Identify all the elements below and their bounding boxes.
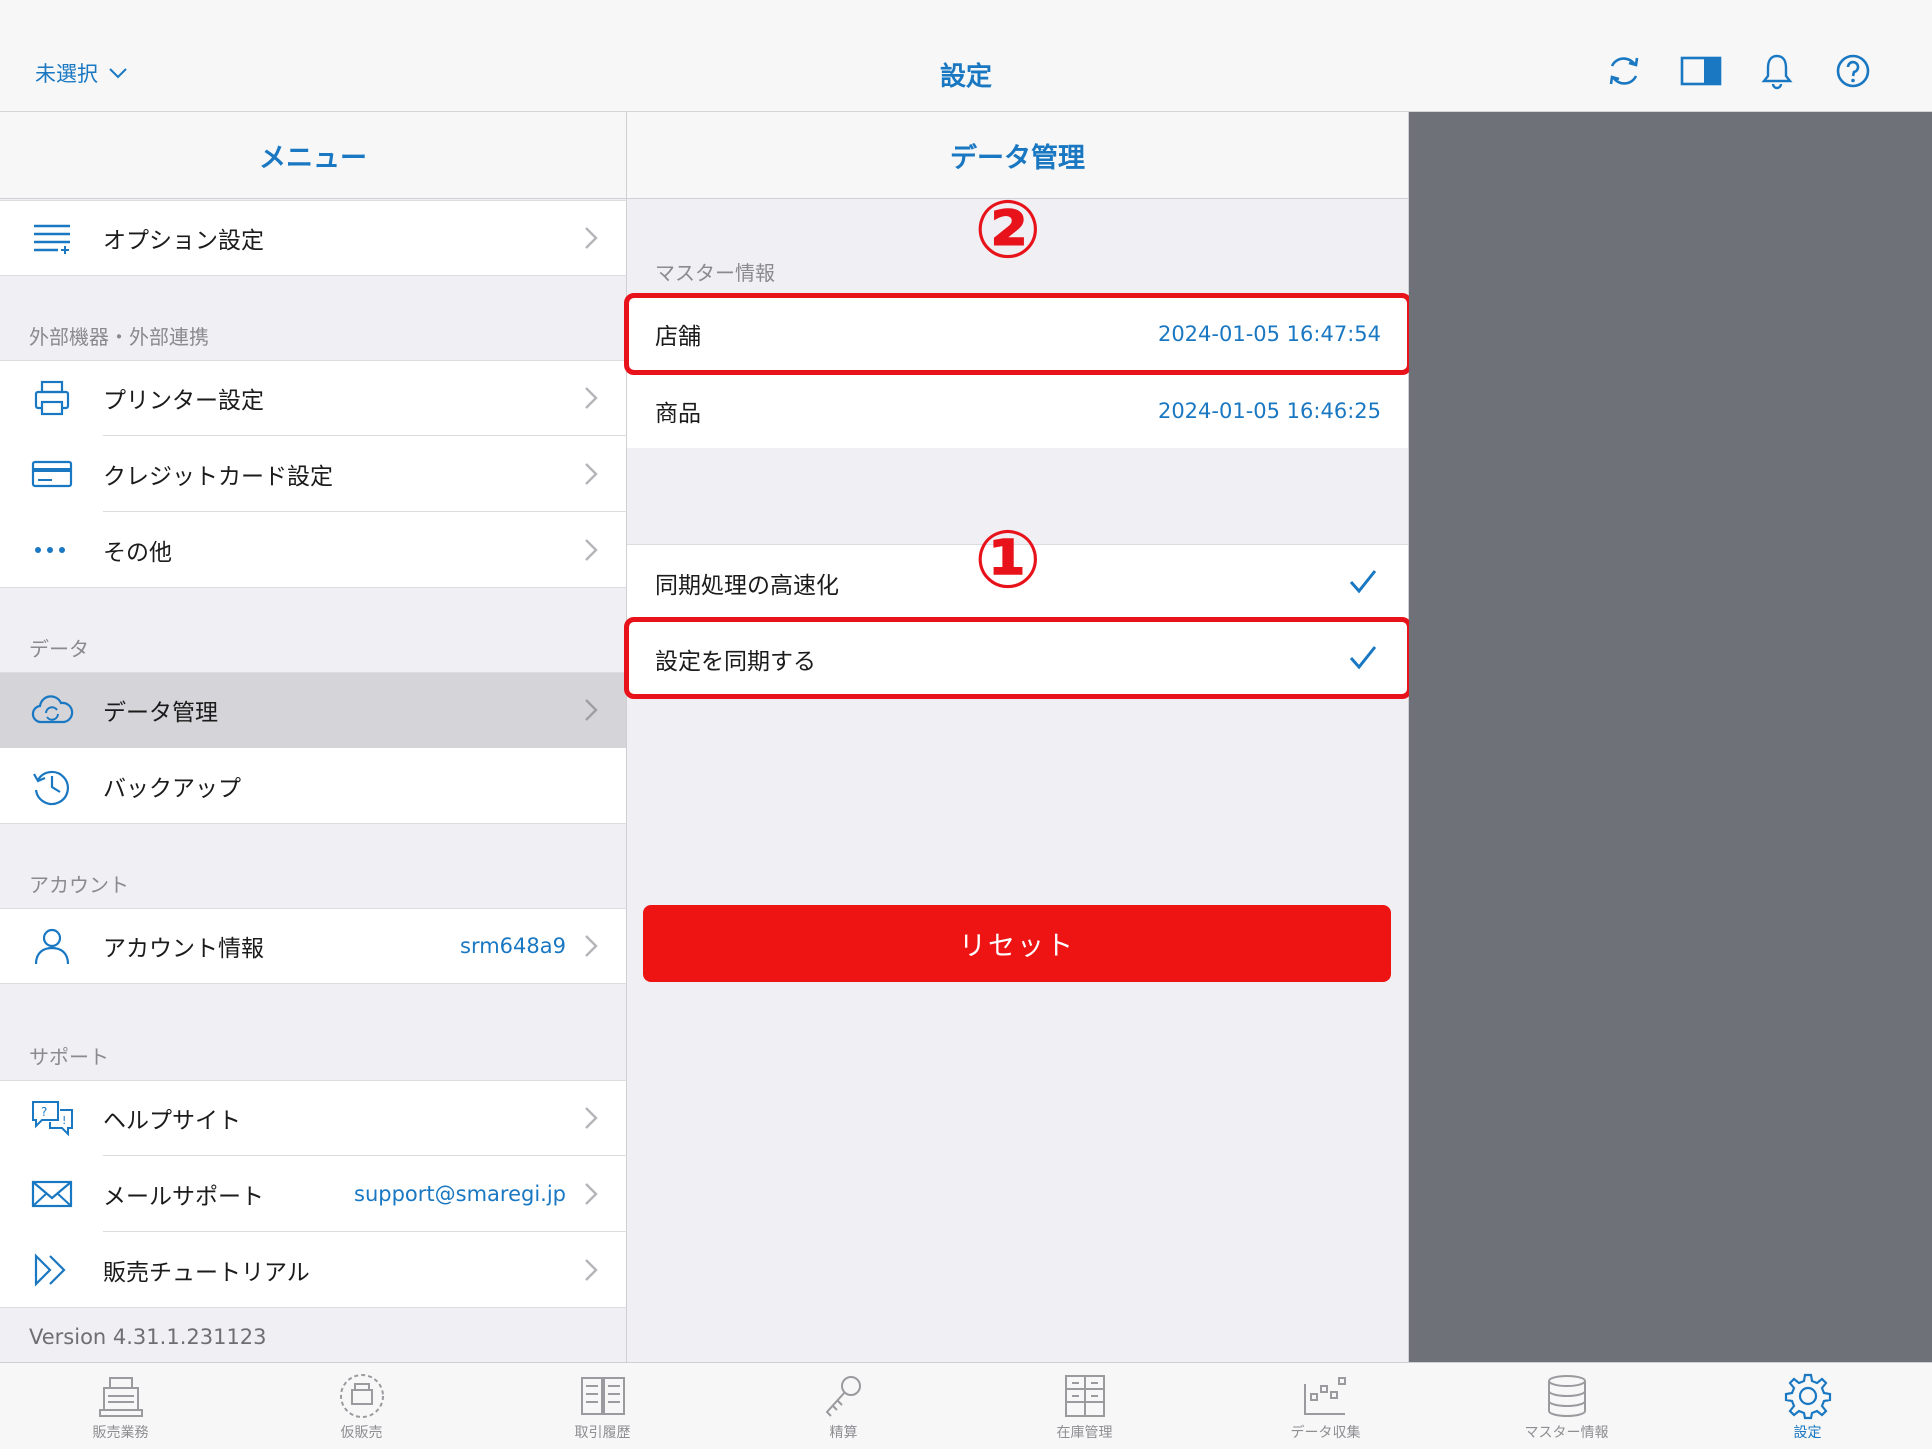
master-product-row[interactable]: 商品 2024-01-05 16:46:25 xyxy=(627,372,1408,448)
tab-master-info[interactable]: マスター情報 xyxy=(1446,1363,1687,1449)
split-view-icon[interactable] xyxy=(1680,52,1722,90)
menu-item-label: オプション設定 xyxy=(103,228,264,254)
store-label: 店舗 xyxy=(655,324,701,350)
chevron-right-icon xyxy=(585,699,598,721)
sync-settings-label: 設定を同期する xyxy=(655,648,816,675)
menu-item-printer[interactable]: プリンター設定 xyxy=(0,360,626,436)
printer-icon xyxy=(34,380,70,416)
chevron-right-icon xyxy=(585,1107,598,1129)
menu-item-data-management[interactable]: データ管理 xyxy=(0,672,626,748)
tab-inventory[interactable]: 在庫管理 xyxy=(964,1363,1205,1449)
menu-item-label: バックアップ xyxy=(103,776,241,802)
tab-temporary-sales[interactable]: 仮販売 xyxy=(241,1363,482,1449)
cloud-sync-icon xyxy=(31,695,74,724)
product-label: 商品 xyxy=(655,400,701,427)
menu-item-option-settings[interactable]: オプション設定 xyxy=(0,200,626,276)
empty-detail-area xyxy=(1409,112,1932,1362)
annotation-1: ① xyxy=(974,513,1042,606)
chevron-right-icon xyxy=(585,1183,598,1205)
tab-label: データ収集 xyxy=(1290,1425,1361,1441)
menu-item-help-site[interactable]: ? ! ヘルプサイト xyxy=(0,1080,626,1156)
tab-transaction-history[interactable]: 取引履歴 xyxy=(482,1363,723,1449)
menu-item-backup[interactable]: バックアップ xyxy=(0,748,626,824)
menu-header: メニュー xyxy=(0,112,626,199)
menu-item-mail-support[interactable]: メールサポート support@smaregi.jp xyxy=(0,1156,626,1232)
chevron-right-icon xyxy=(585,387,598,409)
settings-menu: メニュー オプション設定 外部機器・外部連携 プリンター設定 クレジットカード設… xyxy=(0,112,627,1362)
history-clock-icon xyxy=(33,770,69,806)
tab-data-collection[interactable]: データ収集 xyxy=(1205,1363,1446,1449)
app-version: Version 4.31.1.231123 xyxy=(29,1325,267,1349)
section-label-data: データ xyxy=(29,637,89,661)
menu-item-credit-card[interactable]: クレジットカード設定 xyxy=(0,436,626,512)
chevron-right-icon xyxy=(585,935,598,957)
database-icon xyxy=(1547,1375,1586,1418)
section-label-external: 外部機器・外部連携 xyxy=(29,325,209,349)
master-store-row[interactable]: 店舗 2024-01-05 16:47:54 xyxy=(627,296,1408,372)
menu-item-label: その他 xyxy=(103,540,172,566)
ledger-icon xyxy=(580,1377,625,1415)
menu-item-tutorial[interactable]: 販売チュートリアル xyxy=(0,1232,626,1308)
data-collection-icon xyxy=(1303,1377,1346,1415)
support-email-value: support@smaregi.jp xyxy=(354,1182,566,1206)
menu-item-other[interactable]: その他 xyxy=(0,512,626,588)
sync-settings-row[interactable]: 設定を同期する xyxy=(627,620,1408,696)
product-sync-time: 2024-01-05 16:46:25 xyxy=(1157,398,1381,423)
cabinet-icon xyxy=(1064,1375,1105,1417)
key-icon xyxy=(825,1376,861,1417)
more-dots-icon xyxy=(35,547,65,553)
section-label-master: マスター情報 xyxy=(655,261,775,285)
bell-icon[interactable] xyxy=(1758,52,1796,90)
help-icon[interactable] xyxy=(1834,52,1872,90)
section-label-account: アカウント xyxy=(29,873,129,897)
store-sync-time: 2024-01-05 16:47:54 xyxy=(1157,322,1381,346)
user-icon xyxy=(34,928,70,965)
menu-item-label: 販売チュートリアル xyxy=(103,1260,310,1286)
menu-item-label: プリンター設定 xyxy=(103,388,264,414)
menu-item-label: クレジットカード設定 xyxy=(103,464,333,490)
account-id-value: srm648a9 xyxy=(460,934,566,958)
credit-card-icon xyxy=(31,460,73,488)
menu-item-label: データ管理 xyxy=(103,700,218,726)
fast-forward-icon xyxy=(34,1253,66,1287)
tab-settings[interactable]: 設定 xyxy=(1687,1363,1928,1449)
gear-icon xyxy=(1784,1373,1831,1420)
tab-label: 在庫管理 xyxy=(1056,1425,1113,1441)
list-add-icon xyxy=(34,224,70,254)
chevron-right-icon xyxy=(585,1259,598,1281)
reset-button[interactable]: リセット xyxy=(643,905,1391,982)
navigation-bar: 未選択 設定 xyxy=(0,0,1932,112)
menu-item-account-info[interactable]: アカウント情報 srm648a9 xyxy=(0,908,626,984)
annotation-2: ② xyxy=(974,183,1042,276)
tab-sales[interactable]: 販売業務 xyxy=(0,1363,241,1449)
tab-label: 精算 xyxy=(829,1425,858,1441)
chevron-right-icon xyxy=(585,227,598,249)
mail-icon xyxy=(31,1180,73,1208)
data-management-panel: データ管理 マスター情報 店舗 2024-01-05 16:47:54 商品 2… xyxy=(624,112,1412,1362)
temporary-register-icon xyxy=(339,1374,384,1418)
chevron-right-icon xyxy=(585,463,598,485)
menu-item-label: メールサポート xyxy=(103,1184,264,1210)
tab-bar: 販売業務 仮販売 取引履歴 精算 在庫管理 データ収集 マスター情報 設定 xyxy=(0,1362,1932,1449)
register-icon xyxy=(98,1377,143,1417)
checkmark-icon xyxy=(1349,570,1377,594)
tab-label: 取引履歴 xyxy=(574,1425,631,1441)
refresh-icon[interactable] xyxy=(1605,52,1643,90)
svg-text:?: ? xyxy=(41,1105,47,1119)
tab-label: 仮販売 xyxy=(340,1425,383,1441)
section-label-support: サポート xyxy=(29,1045,109,1069)
svg-text:!: ! xyxy=(62,1114,66,1127)
tab-settlement[interactable]: 精算 xyxy=(723,1363,964,1449)
menu-item-label: アカウント情報 xyxy=(103,936,264,962)
checkmark-icon xyxy=(1349,646,1377,670)
menu-item-label: ヘルプサイト xyxy=(103,1108,241,1134)
sync-speedup-label: 同期処理の高速化 xyxy=(655,572,839,599)
chevron-right-icon xyxy=(585,539,598,561)
help-chat-icon: ? ! xyxy=(32,1101,73,1137)
tab-label: マスター情報 xyxy=(1524,1425,1609,1441)
tab-label: 設定 xyxy=(1793,1425,1822,1441)
tab-label: 販売業務 xyxy=(92,1425,149,1441)
